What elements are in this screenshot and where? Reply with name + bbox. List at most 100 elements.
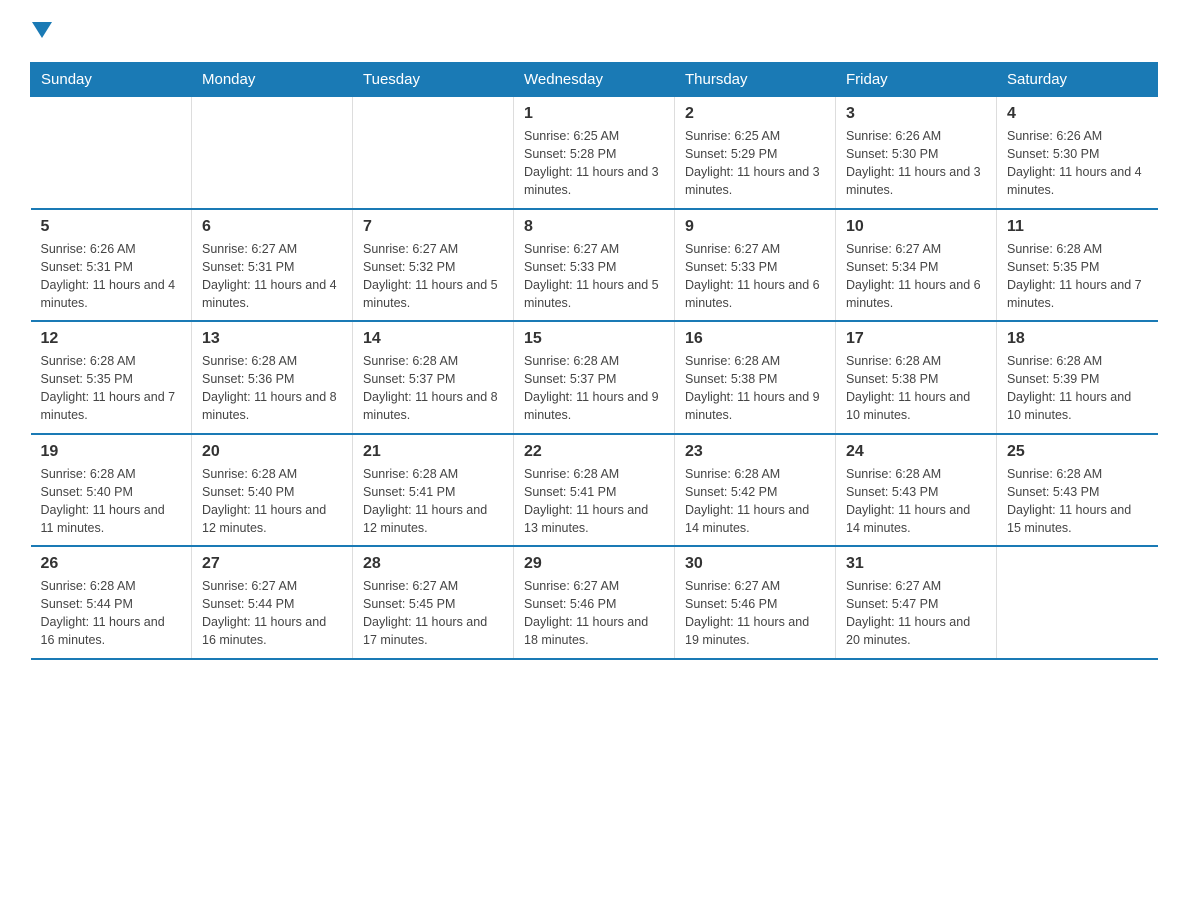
day-info: Sunrise: 6:27 AM Sunset: 5:45 PM Dayligh…	[363, 577, 503, 650]
day-number: 20	[202, 443, 342, 461]
day-info: Sunrise: 6:28 AM Sunset: 5:39 PM Dayligh…	[1007, 352, 1148, 425]
day-info: Sunrise: 6:27 AM Sunset: 5:46 PM Dayligh…	[685, 577, 825, 650]
day-info: Sunrise: 6:27 AM Sunset: 5:32 PM Dayligh…	[363, 240, 503, 313]
day-info: Sunrise: 6:28 AM Sunset: 5:43 PM Dayligh…	[846, 465, 986, 538]
calendar-cell: 10 Sunrise: 6:27 AM Sunset: 5:34 PM Dayli…	[836, 209, 997, 322]
calendar-cell: 1 Sunrise: 6:25 AM Sunset: 5:28 PM Daylig…	[514, 97, 675, 209]
calendar-cell	[192, 97, 353, 209]
day-number: 27	[202, 555, 342, 573]
weekday-header-sunday: Sunday	[31, 63, 192, 97]
day-number: 7	[363, 218, 503, 236]
calendar-cell: 5 Sunrise: 6:26 AM Sunset: 5:31 PM Daylig…	[31, 209, 192, 322]
day-number: 16	[685, 330, 825, 348]
day-info: Sunrise: 6:27 AM Sunset: 5:44 PM Dayligh…	[202, 577, 342, 650]
calendar-cell: 30 Sunrise: 6:27 AM Sunset: 5:46 PM Dayli…	[675, 546, 836, 659]
day-info: Sunrise: 6:28 AM Sunset: 5:37 PM Dayligh…	[363, 352, 503, 425]
day-info: Sunrise: 6:28 AM Sunset: 5:40 PM Dayligh…	[41, 465, 182, 538]
day-number: 31	[846, 555, 986, 573]
calendar-cell: 26 Sunrise: 6:28 AM Sunset: 5:44 PM Dayli…	[31, 546, 192, 659]
calendar-cell: 28 Sunrise: 6:27 AM Sunset: 5:45 PM Dayli…	[353, 546, 514, 659]
calendar-cell: 3Sunrise: 6:26 AM Sunset: 5:30 PM Daylig…	[836, 97, 997, 209]
day-number: 8	[524, 218, 664, 236]
calendar-cell: 16 Sunrise: 6:28 AM Sunset: 5:38 PM Dayli…	[675, 321, 836, 434]
day-number: 3	[846, 105, 986, 123]
day-number: 4	[1007, 105, 1148, 123]
day-info: Sunrise: 6:27 AM Sunset: 5:34 PM Dayligh…	[846, 240, 986, 313]
day-number: 15	[524, 330, 664, 348]
day-number: 28	[363, 555, 503, 573]
day-info: Sunrise: 6:28 AM Sunset: 5:38 PM Dayligh…	[685, 352, 825, 425]
day-info: Sunrise: 6:25 AM Sunset: 5:29 PM Dayligh…	[685, 127, 825, 200]
calendar-cell: 24 Sunrise: 6:28 AM Sunset: 5:43 PM Dayli…	[836, 434, 997, 547]
day-info: Sunrise: 6:27 AM Sunset: 5:31 PM Dayligh…	[202, 240, 342, 313]
day-info: Sunrise: 6:27 AM Sunset: 5:46 PM Dayligh…	[524, 577, 664, 650]
calendar-cell: 23 Sunrise: 6:28 AM Sunset: 5:42 PM Dayli…	[675, 434, 836, 547]
calendar-cell: 31 Sunrise: 6:27 AM Sunset: 5:47 PM Dayli…	[836, 546, 997, 659]
day-number: 13	[202, 330, 342, 348]
calendar-cell	[353, 97, 514, 209]
page-header	[30, 20, 1158, 42]
day-number: 30	[685, 555, 825, 573]
calendar-cell: 7 Sunrise: 6:27 AM Sunset: 5:32 PM Daylig…	[353, 209, 514, 322]
day-info: Sunrise: 6:25 AM Sunset: 5:28 PM Dayligh…	[524, 127, 664, 200]
day-info: Sunrise: 6:28 AM Sunset: 5:43 PM Dayligh…	[1007, 465, 1148, 538]
day-info: Sunrise: 6:28 AM Sunset: 5:41 PM Dayligh…	[363, 465, 503, 538]
calendar-cell: 20 Sunrise: 6:28 AM Sunset: 5:40 PM Dayli…	[192, 434, 353, 547]
weekday-header-saturday: Saturday	[997, 63, 1158, 97]
calendar-cell: 21 Sunrise: 6:28 AM Sunset: 5:41 PM Dayli…	[353, 434, 514, 547]
calendar-cell: 22Sunrise: 6:28 AM Sunset: 5:41 PM Dayli…	[514, 434, 675, 547]
day-number: 25	[1007, 443, 1148, 461]
logo[interactable]	[30, 20, 52, 42]
day-number: 1	[524, 105, 664, 123]
calendar-week-row: 1 Sunrise: 6:25 AM Sunset: 5:28 PM Daylig…	[31, 97, 1158, 209]
day-info: Sunrise: 6:27 AM Sunset: 5:33 PM Dayligh…	[685, 240, 825, 313]
weekday-header-monday: Monday	[192, 63, 353, 97]
calendar-week-row: 12Sunrise: 6:28 AM Sunset: 5:35 PM Dayli…	[31, 321, 1158, 434]
day-info: Sunrise: 6:28 AM Sunset: 5:41 PM Dayligh…	[524, 465, 664, 538]
day-number: 5	[41, 218, 182, 236]
calendar-week-row: 5 Sunrise: 6:26 AM Sunset: 5:31 PM Daylig…	[31, 209, 1158, 322]
day-number: 10	[846, 218, 986, 236]
day-info: Sunrise: 6:27 AM Sunset: 5:47 PM Dayligh…	[846, 577, 986, 650]
day-info: Sunrise: 6:28 AM Sunset: 5:35 PM Dayligh…	[1007, 240, 1148, 313]
calendar-cell: 11Sunrise: 6:28 AM Sunset: 5:35 PM Dayli…	[997, 209, 1158, 322]
day-info: Sunrise: 6:26 AM Sunset: 5:31 PM Dayligh…	[41, 240, 182, 313]
calendar-cell: 8Sunrise: 6:27 AM Sunset: 5:33 PM Daylig…	[514, 209, 675, 322]
day-info: Sunrise: 6:28 AM Sunset: 5:40 PM Dayligh…	[202, 465, 342, 538]
weekday-header-thursday: Thursday	[675, 63, 836, 97]
day-number: 9	[685, 218, 825, 236]
day-number: 18	[1007, 330, 1148, 348]
calendar-cell: 18 Sunrise: 6:28 AM Sunset: 5:39 PM Dayli…	[997, 321, 1158, 434]
calendar-table: SundayMondayTuesdayWednesdayThursdayFrid…	[30, 62, 1158, 660]
day-info: Sunrise: 6:28 AM Sunset: 5:44 PM Dayligh…	[41, 577, 182, 650]
weekday-header-wednesday: Wednesday	[514, 63, 675, 97]
calendar-week-row: 26 Sunrise: 6:28 AM Sunset: 5:44 PM Dayli…	[31, 546, 1158, 659]
calendar-cell: 12Sunrise: 6:28 AM Sunset: 5:35 PM Dayli…	[31, 321, 192, 434]
day-number: 23	[685, 443, 825, 461]
calendar-cell: 6 Sunrise: 6:27 AM Sunset: 5:31 PM Daylig…	[192, 209, 353, 322]
calendar-cell: 17 Sunrise: 6:28 AM Sunset: 5:38 PM Dayli…	[836, 321, 997, 434]
weekday-header-row: SundayMondayTuesdayWednesdayThursdayFrid…	[31, 63, 1158, 97]
weekday-header-tuesday: Tuesday	[353, 63, 514, 97]
day-number: 6	[202, 218, 342, 236]
calendar-cell: 14Sunrise: 6:28 AM Sunset: 5:37 PM Dayli…	[353, 321, 514, 434]
calendar-cell: 29Sunrise: 6:27 AM Sunset: 5:46 PM Dayli…	[514, 546, 675, 659]
day-number: 21	[363, 443, 503, 461]
day-number: 24	[846, 443, 986, 461]
calendar-cell: 25 Sunrise: 6:28 AM Sunset: 5:43 PM Dayli…	[997, 434, 1158, 547]
calendar-week-row: 19Sunrise: 6:28 AM Sunset: 5:40 PM Dayli…	[31, 434, 1158, 547]
day-number: 2	[685, 105, 825, 123]
day-number: 26	[41, 555, 182, 573]
weekday-header-friday: Friday	[836, 63, 997, 97]
calendar-cell	[31, 97, 192, 209]
day-number: 17	[846, 330, 986, 348]
day-info: Sunrise: 6:28 AM Sunset: 5:37 PM Dayligh…	[524, 352, 664, 425]
day-info: Sunrise: 6:26 AM Sunset: 5:30 PM Dayligh…	[1007, 127, 1148, 200]
day-info: Sunrise: 6:28 AM Sunset: 5:42 PM Dayligh…	[685, 465, 825, 538]
calendar-cell: 2 Sunrise: 6:25 AM Sunset: 5:29 PM Daylig…	[675, 97, 836, 209]
day-info: Sunrise: 6:28 AM Sunset: 5:36 PM Dayligh…	[202, 352, 342, 425]
calendar-cell: 9 Sunrise: 6:27 AM Sunset: 5:33 PM Daylig…	[675, 209, 836, 322]
calendar-cell	[997, 546, 1158, 659]
day-info: Sunrise: 6:28 AM Sunset: 5:38 PM Dayligh…	[846, 352, 986, 425]
calendar-cell: 27 Sunrise: 6:27 AM Sunset: 5:44 PM Dayli…	[192, 546, 353, 659]
